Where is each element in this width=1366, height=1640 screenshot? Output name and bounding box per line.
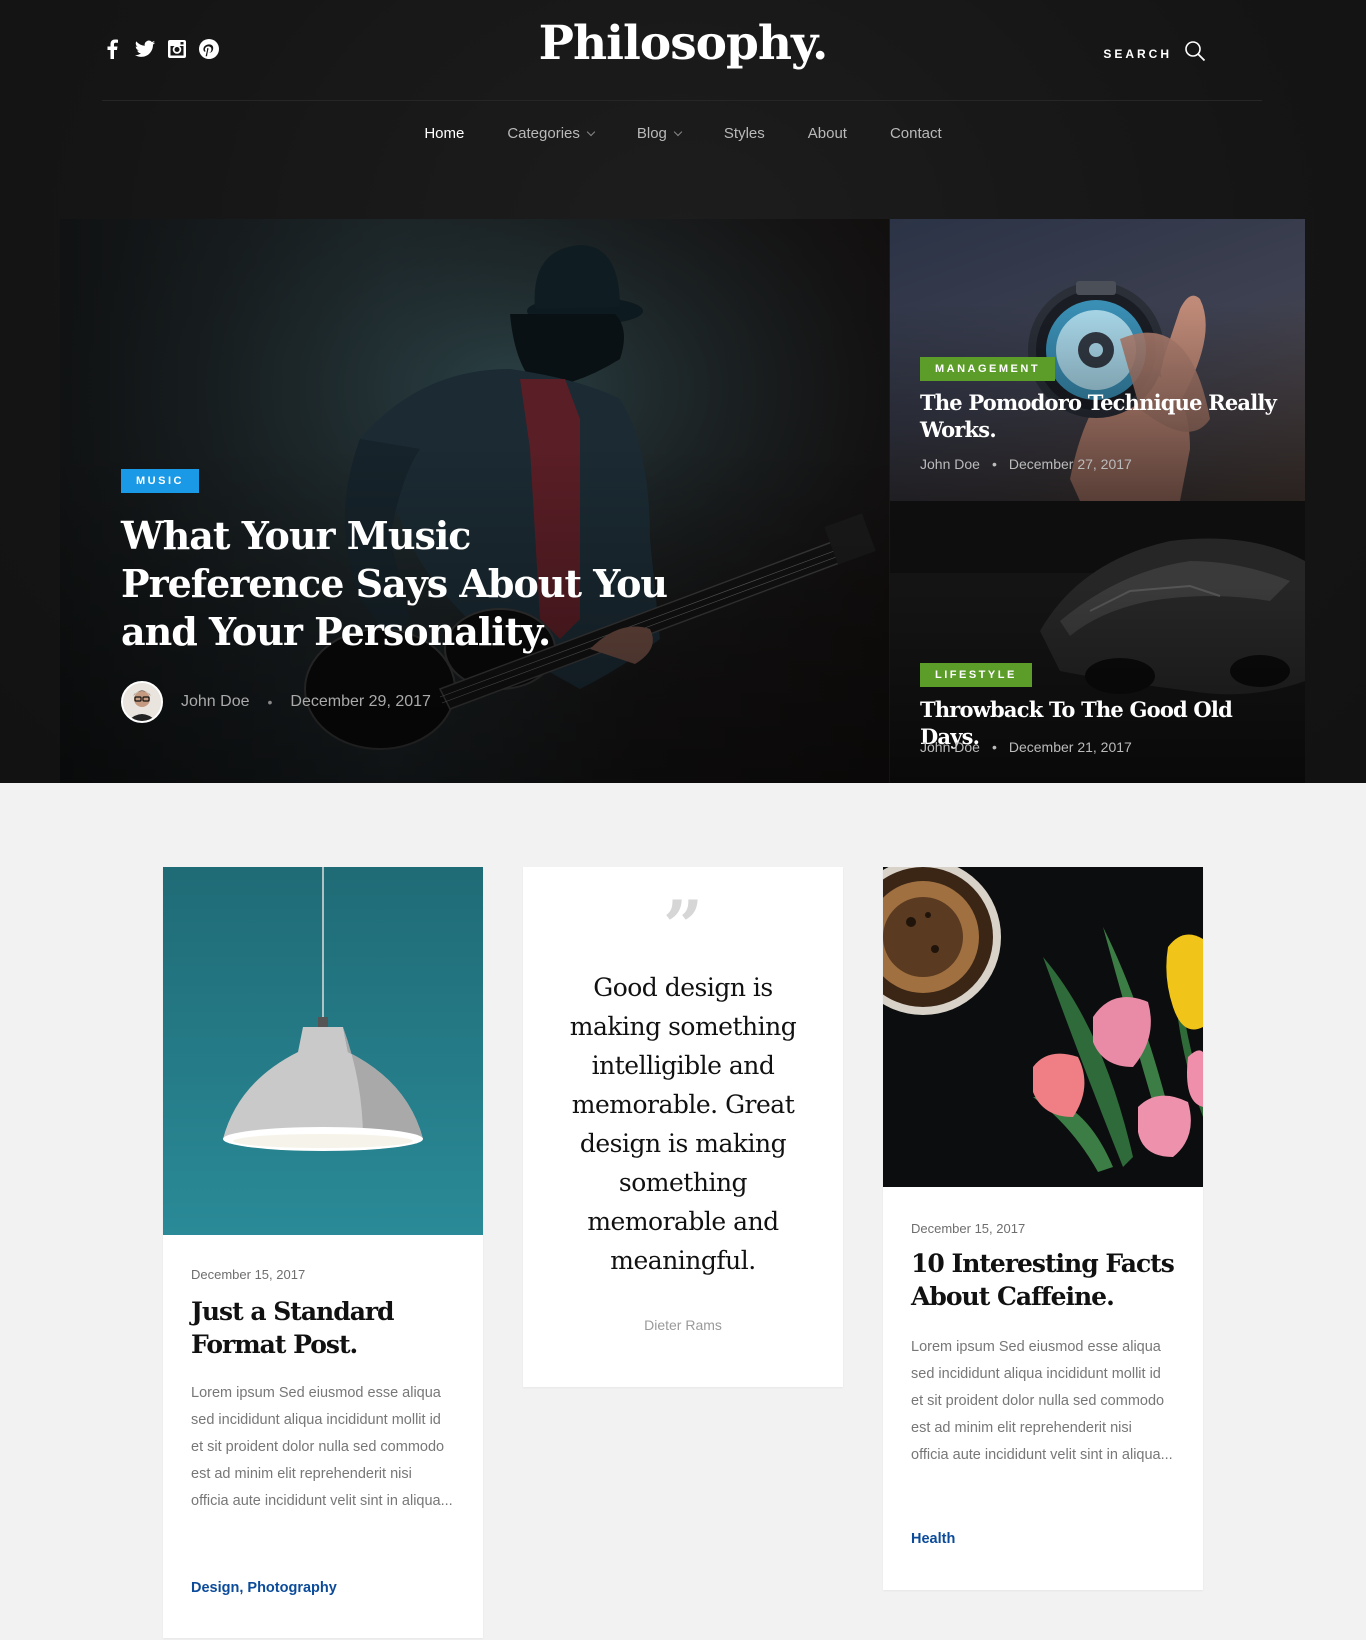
quote-text: Good design is making something intellig… [569, 973, 797, 1275]
featured-side-meta: John Doe • December 21, 2017 [920, 739, 1132, 755]
post-date: December 15, 2017 [191, 1267, 306, 1282]
author-name[interactable]: John Doe [920, 456, 980, 472]
lamp-image [223, 867, 423, 1151]
post-date: December 29, 2017 [290, 693, 431, 710]
post-card: December 15, 2017 10 Interesting Facts A… [883, 867, 1203, 1590]
featured-post-side[interactable]: LIFESTYLE Throwback To The Good Old Days… [890, 501, 1305, 783]
header-divider [102, 100, 1262, 101]
featured-post-main[interactable]: MUSIC What Your Music Preference Says Ab… [60, 219, 889, 783]
nav-item-home[interactable]: Home [424, 125, 464, 142]
nav-item-about[interactable]: About [808, 125, 847, 142]
site-header: Philosophy. SEARCH Home Categories Blog … [0, 0, 1366, 783]
post-categories[interactable]: Design, Photography [191, 1580, 337, 1596]
post-title[interactable]: Just a Standard Format Post. [191, 1295, 461, 1361]
author-avatar[interactable] [121, 681, 163, 723]
post-date: December 21, 2017 [1008, 739, 1132, 755]
featured-meta: John Doe • December 29, 2017 [121, 681, 431, 723]
search-label[interactable]: SEARCH [1103, 47, 1172, 61]
nav-item-categories[interactable]: Categories [507, 125, 596, 142]
post-date: December 27, 2017 [1008, 456, 1132, 472]
post-excerpt: Lorem ipsum Sed eiusmod esse aliqua sed … [191, 1385, 453, 1509]
nav-label[interactable]: Home [424, 125, 464, 142]
category-tag-management[interactable]: MANAGEMENT [920, 357, 1056, 381]
meta-separator: • [267, 694, 273, 710]
quote-author: Dieter Rams [644, 1317, 722, 1333]
nav-label[interactable]: Categories [507, 125, 580, 142]
nav-label[interactable]: Blog [637, 125, 667, 142]
nav-item-styles[interactable]: Styles [724, 125, 765, 142]
main-nav: Home Categories Blog Styles About Contac… [0, 125, 1366, 142]
nav-label[interactable]: Contact [890, 125, 942, 142]
category-tag-lifestyle[interactable]: LIFESTYLE [920, 663, 1032, 687]
nav-label[interactable]: Styles [724, 125, 765, 142]
search-trigger[interactable]: SEARCH [1103, 40, 1206, 67]
quote-icon: ” [662, 885, 704, 968]
post-categories[interactable]: Health [911, 1531, 955, 1547]
featured-side-meta: John Doe • December 27, 2017 [920, 456, 1132, 472]
post-thumbnail[interactable] [883, 867, 1203, 1187]
nav-item-contact[interactable]: Contact [890, 125, 942, 142]
meta-separator: • [991, 456, 997, 472]
search-icon[interactable] [1184, 40, 1206, 67]
post-date: December 15, 2017 [911, 1221, 1026, 1236]
author-name[interactable]: John Doe [181, 693, 250, 711]
post-card: December 15, 2017 Just a Standard Format… [163, 867, 483, 1638]
post-title[interactable]: 10 Interesting Facts About Caffeine. [911, 1247, 1181, 1313]
author-name[interactable]: John Doe [920, 739, 980, 755]
quote-card: ” Good design is making something intell… [523, 867, 843, 1387]
post-thumbnail[interactable] [163, 867, 483, 1235]
featured-title[interactable]: What Your Music Preference Says About Yo… [121, 512, 681, 656]
chevron-down-icon [586, 127, 596, 137]
nav-label[interactable]: About [808, 125, 847, 142]
meta-separator: • [991, 739, 997, 755]
featured-side-title[interactable]: The Pomodoro Technique Really Works. [920, 389, 1290, 443]
chevron-down-icon [673, 127, 683, 137]
category-tag-music[interactable]: MUSIC [121, 469, 199, 493]
nav-item-blog[interactable]: Blog [637, 125, 683, 142]
post-excerpt: Lorem ipsum Sed eiusmod esse aliqua sed … [911, 1339, 1173, 1463]
featured-post-side[interactable]: MANAGEMENT The Pomodoro Technique Really… [890, 219, 1305, 501]
coffee-tulips-image [883, 867, 1203, 1172]
